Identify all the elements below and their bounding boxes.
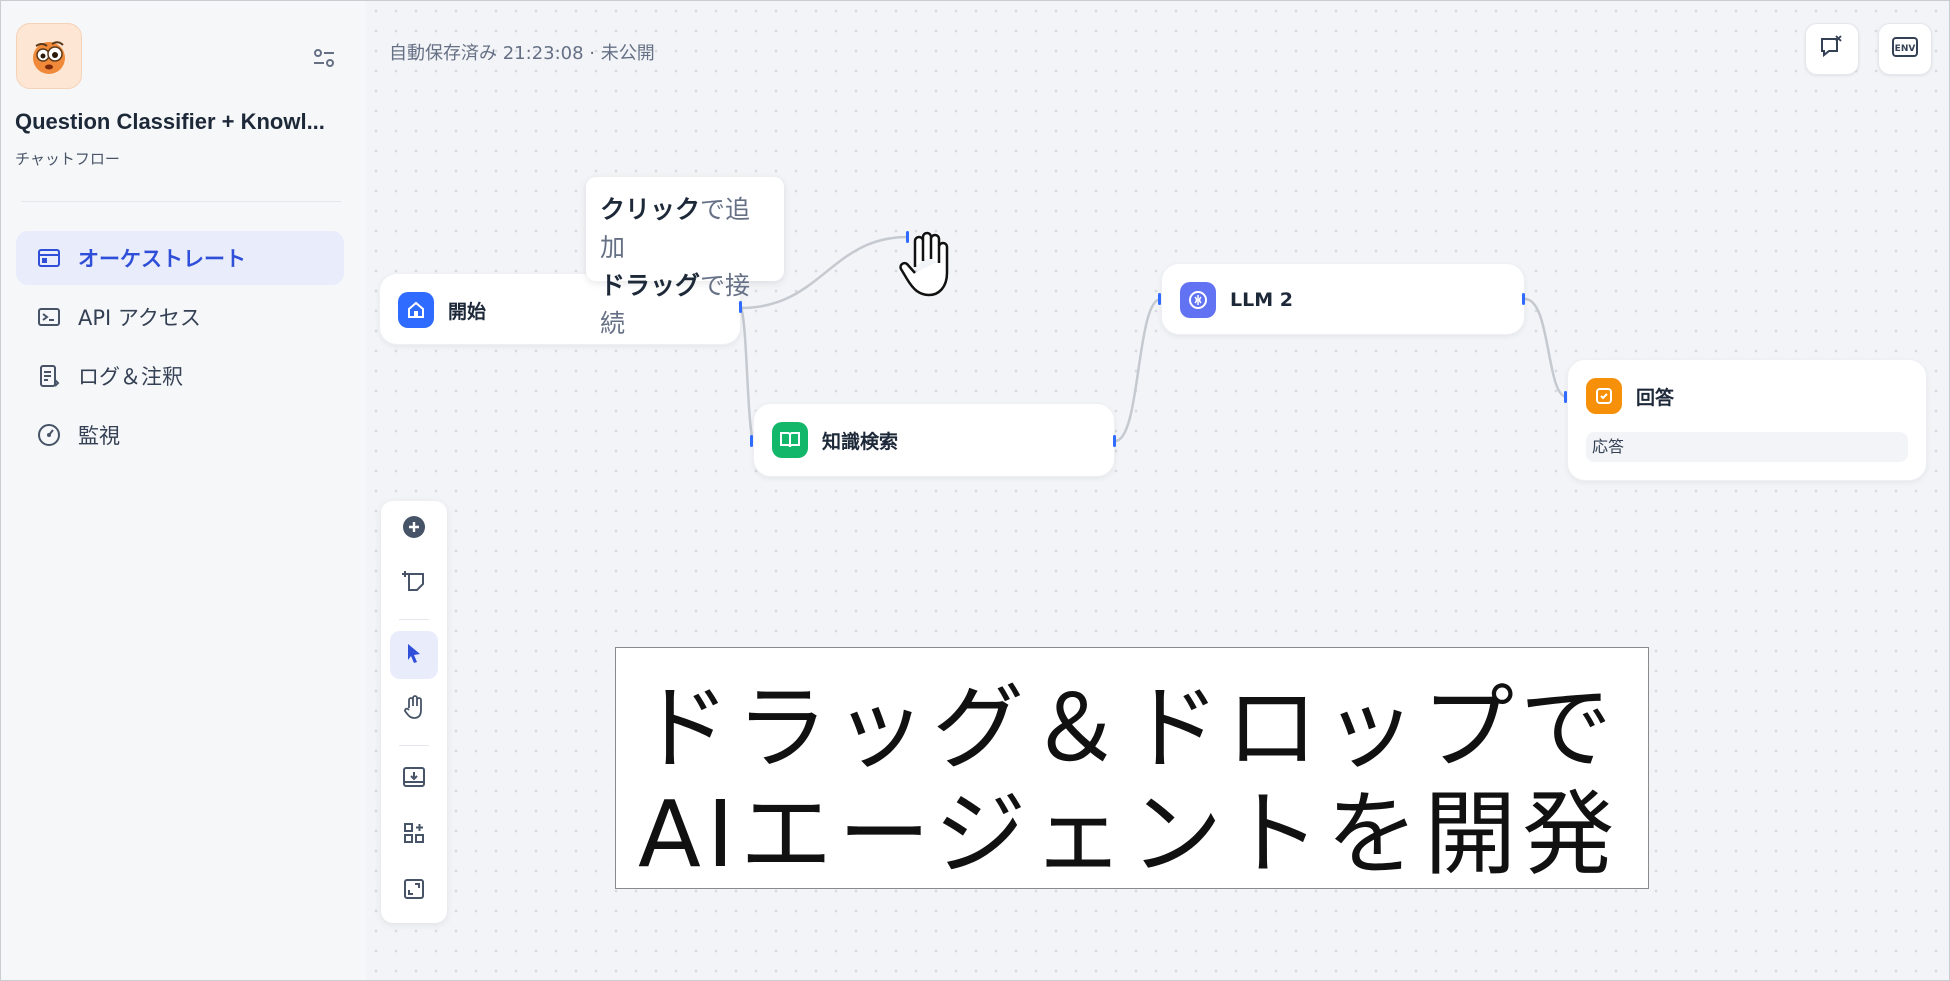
answer-variable-field: 応答 xyxy=(1586,432,1908,462)
node-title: 知識検索 xyxy=(822,430,899,453)
canvas-toolbar xyxy=(381,501,447,923)
add-note-icon xyxy=(401,568,427,598)
answer-icon xyxy=(1586,378,1622,414)
edge-knowledge-llm xyxy=(1114,297,1162,443)
hand-cursor-icon xyxy=(899,229,951,303)
node-title: 回答 xyxy=(1636,386,1675,409)
node-llm-output-handle[interactable] xyxy=(1522,293,1525,305)
organize-nodes-button[interactable] xyxy=(390,811,438,859)
hand-mode-button[interactable] xyxy=(390,685,438,733)
edge-llm-answer xyxy=(1524,297,1568,399)
fit-view-button[interactable] xyxy=(390,867,438,915)
pointer-icon xyxy=(402,641,426,669)
add-node-icon xyxy=(401,514,427,544)
export-image-icon xyxy=(401,765,427,793)
book-icon xyxy=(772,422,808,458)
node-knowledge-input-handle[interactable] xyxy=(750,435,753,447)
tooltip-line-click: クリックで追加 xyxy=(600,195,751,262)
organize-icon xyxy=(402,821,426,849)
node-llm-input-handle[interactable] xyxy=(1158,293,1161,305)
app-window: Question Classifier + Knowl... チャットフロー オ… xyxy=(0,0,1950,981)
node-knowledge-retrieval[interactable]: 知識検索 xyxy=(753,403,1115,477)
node-title: 開始 xyxy=(448,300,487,323)
add-note-button[interactable] xyxy=(390,559,438,607)
caption-box: ドラッグ＆ドロップで AIエージェントを開発 xyxy=(615,647,1649,889)
node-answer[interactable]: 回答 応答 xyxy=(1567,359,1927,481)
toolbar-divider xyxy=(399,745,429,746)
toolbar-divider xyxy=(399,619,429,620)
node-header: 回答 xyxy=(1586,378,1674,414)
node-header: 知識検索 xyxy=(772,422,898,458)
node-title: LLM 2 xyxy=(1230,289,1293,311)
node-knowledge-output-handle[interactable] xyxy=(1113,435,1116,447)
pointer-mode-button[interactable] xyxy=(390,631,438,679)
connect-tooltip: クリックで追加 ドラッグで接続 xyxy=(586,177,784,338)
tooltip-line-drag: ドラッグで接続 xyxy=(600,271,751,338)
llm-brain-icon xyxy=(1180,282,1216,318)
export-image-button[interactable] xyxy=(390,755,438,803)
hand-icon xyxy=(402,694,426,724)
node-answer-input-handle[interactable] xyxy=(1564,391,1567,403)
node-header: LLM 2 xyxy=(1180,282,1293,318)
caption-line-2: AIエージェントを開発 xyxy=(638,781,1621,888)
add-node-button[interactable] xyxy=(390,505,438,553)
fit-view-icon xyxy=(402,877,426,905)
node-llm[interactable]: LLM 2 xyxy=(1161,263,1525,335)
node-header: 開始 xyxy=(398,292,486,328)
home-icon xyxy=(398,292,434,328)
